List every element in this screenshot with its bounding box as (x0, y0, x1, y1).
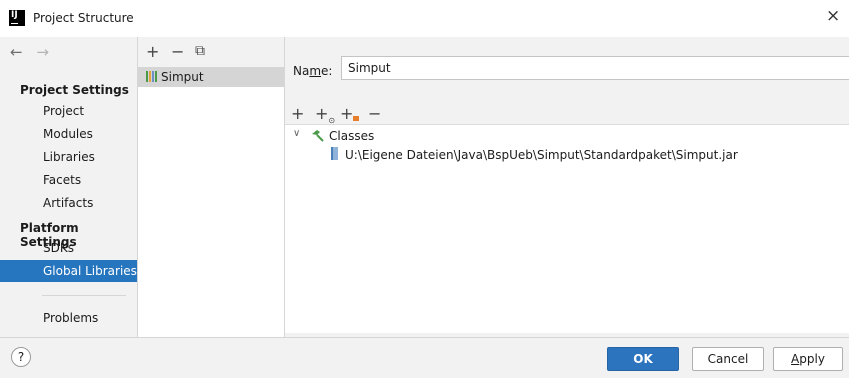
add-jar-button[interactable]: + (340, 104, 360, 123)
sidebar-divider (42, 295, 126, 296)
sidebar-item-facets[interactable]: Facets (0, 169, 137, 191)
copy-icon[interactable]: ⧉ (195, 43, 205, 59)
help-button[interactable]: ? (11, 347, 31, 367)
add-root-button[interactable]: + (291, 104, 304, 123)
sidebar-item-sdks[interactable]: SDKs (0, 237, 137, 259)
library-name: Simput (161, 70, 204, 84)
sidebar-item-problems[interactable]: Problems (0, 307, 137, 329)
chevron-down-icon[interactable]: ∨ (293, 128, 300, 139)
jar-file-icon (331, 147, 338, 160)
forward-arrow-icon: → (36, 43, 49, 61)
classes-hammer-icon (312, 130, 324, 142)
sidebar-item-project[interactable]: Project (0, 100, 137, 122)
sidebar: ← → Project Settings Project Modules Lib… (0, 37, 138, 337)
intellij-logo-icon: IJ (9, 10, 25, 26)
library-name-input[interactable] (341, 56, 849, 80)
tree-node-jar-path[interactable]: U:\Eigene Dateien\Java\BspUeb\Simput\Sta… (345, 148, 738, 162)
apply-button[interactable]: Apply (773, 347, 843, 371)
library-details-panel: Name: + +⊙ + − ∨ Classes U:\Eigene Datei… (285, 37, 849, 337)
sidebar-item-global-libraries[interactable]: Global Libraries (0, 260, 137, 282)
sidebar-item-modules[interactable]: Modules (0, 123, 137, 145)
sidebar-item-libraries[interactable]: Libraries (0, 146, 137, 168)
back-arrow-icon[interactable]: ← (10, 43, 23, 61)
project-settings-heading: Project Settings (20, 83, 129, 97)
cancel-button[interactable]: Cancel (692, 347, 764, 371)
libraries-toolbar: + − ⧉ (138, 37, 284, 67)
sidebar-item-artifacts[interactable]: Artifacts (0, 192, 137, 214)
dialog-footer: ? OK Cancel Apply (0, 337, 849, 378)
remove-root-button[interactable]: − (368, 104, 381, 123)
remove-library-button[interactable]: − (171, 42, 184, 61)
library-icon (146, 71, 157, 82)
roots-tree: ∨ Classes U:\Eigene Dateien\Java\BspUeb\… (285, 124, 849, 333)
window-title: Project Structure (33, 11, 134, 25)
library-list-item[interactable]: Simput (138, 67, 284, 87)
libraries-panel: + − ⧉ Simput (138, 37, 285, 337)
ok-button[interactable]: OK (607, 347, 679, 371)
add-special-root-button[interactable]: +⊙ (315, 104, 335, 125)
name-label: Name: (293, 64, 333, 78)
title-bar: IJ Project Structure × (0, 0, 849, 38)
tree-node-classes[interactable]: Classes (329, 129, 374, 143)
add-library-button[interactable]: + (146, 42, 159, 61)
close-icon[interactable]: × (826, 6, 840, 26)
jar-badge-icon (353, 116, 360, 121)
nav-arrows: ← → (10, 43, 58, 61)
